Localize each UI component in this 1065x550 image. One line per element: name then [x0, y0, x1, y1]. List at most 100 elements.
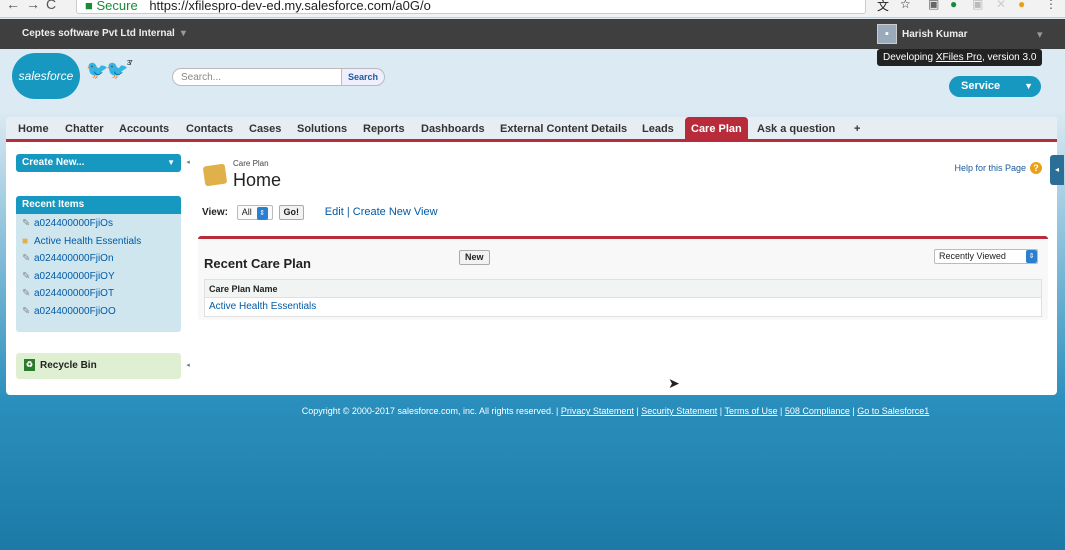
- url-text: https://xfilespro-dev-ed.my.salesforce.c…: [149, 0, 431, 13]
- app-menu-label: Service: [961, 80, 1001, 92]
- tab-ask-a-question[interactable]: Ask a question: [757, 117, 835, 142]
- collapse-sidebar-icon[interactable]: ◂: [185, 154, 191, 172]
- org-name: Ceptes software Pvt Ltd Internal: [22, 28, 175, 39]
- star-icon[interactable]: ☆: [900, 0, 911, 11]
- birds-number: 37: [126, 60, 133, 67]
- avatar-icon: ▪: [877, 24, 897, 44]
- recent-items-panel: Recent Items ✎ a024400000FjiOs ■ Active He…: [16, 196, 181, 332]
- help-link[interactable]: Help for this Page?: [954, 162, 1042, 174]
- table-row: Active Health Essentials: [205, 298, 1041, 316]
- footer: Copyright © 2000-2017 salesforce.com, in…: [301, 406, 930, 416]
- recent-item[interactable]: ✎ a024400000FjiOT: [22, 288, 181, 306]
- recent-item[interactable]: ✎ a024400000FjiOY: [22, 271, 181, 289]
- collapse-sidebar-icon[interactable]: ◂: [185, 357, 191, 375]
- birds-logo: 🐦🐦37: [86, 60, 133, 80]
- care-plan-icon: ✎: [22, 218, 31, 229]
- care-plan-table: Care Plan Name Active Health Essentials: [204, 279, 1042, 317]
- add-tab-icon[interactable]: +: [854, 117, 860, 142]
- care-plan-icon: ✎: [22, 270, 31, 282]
- edit-view-link[interactable]: Edit: [325, 206, 344, 218]
- recent-item-link[interactable]: a024400000FjiOs: [34, 218, 113, 229]
- tooltip-prefix: Developing: [883, 52, 936, 63]
- chevron-down-icon: ▾: [1037, 29, 1043, 41]
- chevron-down-icon: ▾: [180, 28, 186, 39]
- menu-icon[interactable]: ⋮: [1045, 0, 1057, 11]
- extension-icon[interactable]: ✕: [996, 0, 1006, 11]
- tooltip-app: XFiles Pro: [935, 52, 982, 63]
- chevron-down-icon: ▼: [167, 158, 175, 167]
- recently-viewed-select[interactable]: Recently Viewed ⇕: [934, 249, 1038, 264]
- browser-nav-icons[interactable]: ←→C: [6, 0, 62, 12]
- salesforce-logo[interactable]: salesforce: [12, 53, 80, 99]
- tab-contacts[interactable]: Contacts: [186, 117, 233, 142]
- chevron-down-icon: ▼: [1024, 81, 1033, 91]
- recycle-bin-link[interactable]: ♻ Recycle Bin: [16, 353, 181, 379]
- go-button[interactable]: Go!: [278, 205, 305, 220]
- recent-item[interactable]: ■ Active Health Essentials: [22, 236, 181, 254]
- extension-icon[interactable]: ▣: [928, 0, 939, 11]
- recent-items-title: Recent Items: [16, 196, 181, 214]
- tab-chatter[interactable]: Chatter: [65, 117, 104, 142]
- select-arrow-icon: ⇕: [1026, 250, 1037, 263]
- tab-dashboards[interactable]: Dashboards: [421, 117, 485, 142]
- recent-item-link[interactable]: a024400000FjiOO: [34, 306, 116, 317]
- extension-icon[interactable]: ▣: [972, 0, 983, 11]
- lock-icon: ■: [85, 0, 93, 13]
- tab-home[interactable]: Home: [18, 117, 49, 142]
- user-menu[interactable]: ▪ Harish Kumar ▾: [877, 24, 1043, 44]
- tab-cases[interactable]: Cases: [249, 117, 281, 142]
- view-value: All: [241, 207, 252, 217]
- app-tooltip: Developing XFiles Pro, version 3.0: [877, 49, 1043, 66]
- care-plan-icon: ✎: [22, 288, 31, 299]
- tab-external-content-details[interactable]: External Content Details: [500, 117, 627, 142]
- view-row: View: All ⇕ Go! Edit | Create New View: [202, 205, 438, 220]
- recent-item-link[interactable]: a024400000FjiOn: [34, 253, 114, 264]
- terms-link[interactable]: Terms of Use: [724, 406, 777, 416]
- recent-item-link[interactable]: a024400000FjiOY: [34, 271, 115, 282]
- recent-item[interactable]: ✎ a024400000FjiOO: [22, 306, 181, 324]
- new-button[interactable]: New: [459, 250, 490, 265]
- trash-icon: ♻: [24, 359, 35, 372]
- browser-toolbar: ←→C ■ Secure https://xfilespro-dev-ed.my…: [0, 0, 1065, 18]
- recently-viewed-value: Recently Viewed: [939, 251, 1006, 261]
- extension-icon[interactable]: ●: [950, 0, 957, 11]
- translate-icon[interactable]: 文: [877, 0, 889, 14]
- privacy-link[interactable]: Privacy Statement: [561, 406, 634, 416]
- side-panel-toggle-icon[interactable]: ◂: [1050, 155, 1064, 185]
- recycle-bin-label: Recycle Bin: [40, 360, 97, 371]
- column-header[interactable]: Care Plan Name: [205, 280, 1041, 298]
- recent-item-link[interactable]: a024400000FjiOT: [34, 288, 114, 299]
- extension-icon[interactable]: ●: [1018, 0, 1025, 11]
- tab-leads[interactable]: Leads: [642, 117, 674, 142]
- select-arrow-icon: ⇕: [256, 207, 268, 220]
- breadcrumb: Care Plan: [233, 159, 269, 168]
- view-label: View:: [202, 207, 228, 219]
- user-name: Harish Kumar: [902, 28, 968, 40]
- page-title: Home: [233, 170, 282, 190]
- create-new-view-link[interactable]: Create New View: [353, 206, 438, 218]
- compliance-link[interactable]: 508 Compliance: [785, 406, 850, 416]
- org-bar: Ceptes software Pvt Ltd Internal ▾ ▪ Haris…: [0, 19, 1065, 49]
- mouse-cursor-icon: ➤: [668, 375, 680, 391]
- recent-item-link[interactable]: Active Health Essentials: [34, 236, 141, 247]
- tab-bar: Home Chatter Accounts Contacts Cases Sol…: [6, 117, 1057, 142]
- tab-care-plan[interactable]: Care Plan: [685, 117, 748, 142]
- recent-item[interactable]: ✎ a024400000FjiOs: [22, 218, 181, 236]
- create-new-button[interactable]: Create New... ▼: [16, 154, 181, 172]
- tab-reports[interactable]: Reports: [363, 117, 405, 142]
- app-menu-button[interactable]: Service ▼: [949, 76, 1041, 97]
- salesforce1-link[interactable]: Go to Salesforce1: [857, 406, 929, 416]
- recent-item[interactable]: ✎ a024400000FjiOn: [22, 253, 181, 271]
- tab-solutions[interactable]: Solutions: [297, 117, 347, 142]
- view-links: Edit | Create New View: [325, 206, 438, 218]
- search-input[interactable]: Search...: [172, 68, 342, 86]
- link-separator: |: [343, 206, 353, 219]
- address-bar[interactable]: ■ Secure https://xfilespro-dev-ed.my.sal…: [76, 0, 866, 14]
- search-button[interactable]: Search: [341, 68, 385, 86]
- copyright-text: Copyright © 2000-2017 salesforce.com, in…: [301, 406, 554, 416]
- view-select[interactable]: All ⇕: [236, 205, 273, 220]
- care-plan-link[interactable]: Active Health Essentials: [209, 301, 316, 312]
- security-link[interactable]: Security Statement: [641, 406, 717, 416]
- tab-accounts[interactable]: Accounts: [119, 117, 169, 142]
- org-menu[interactable]: Ceptes software Pvt Ltd Internal ▾: [22, 28, 186, 39]
